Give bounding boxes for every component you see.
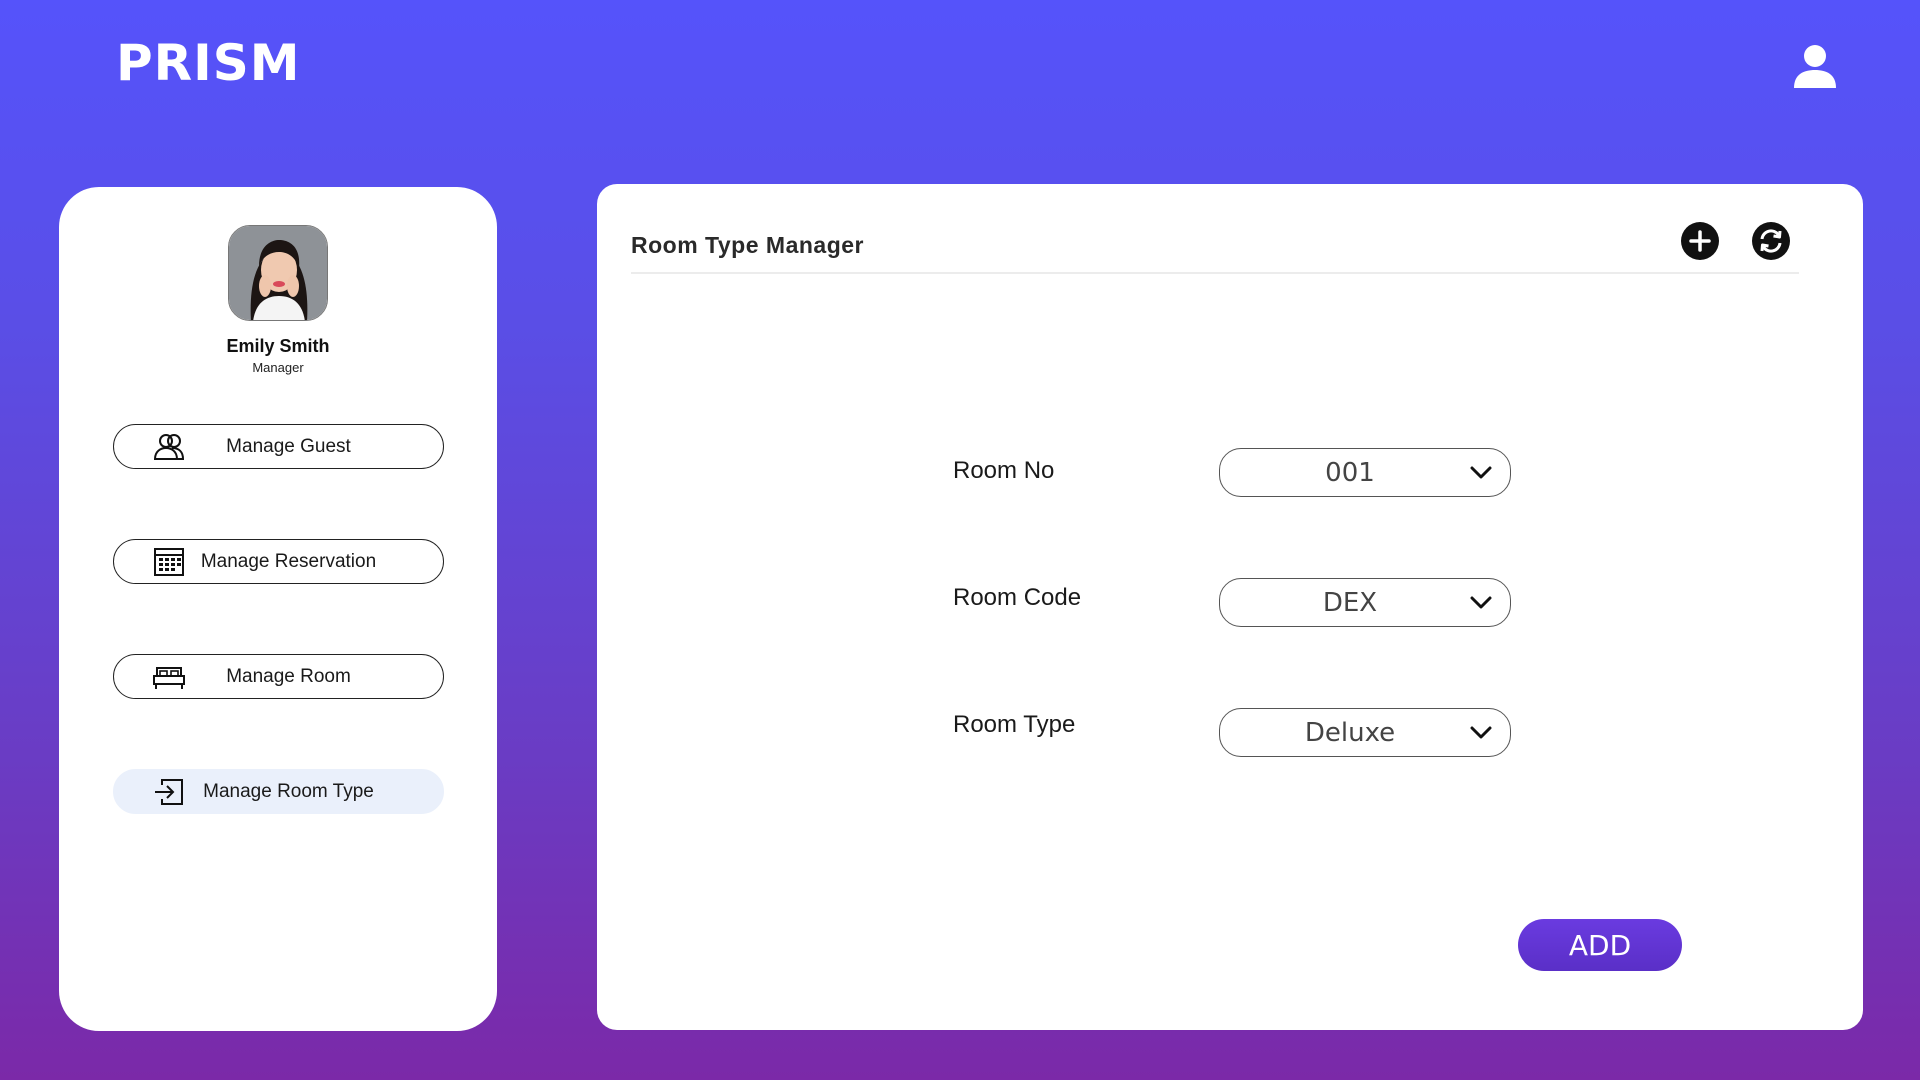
sidebar-item-label: Manage Guest [226,435,351,457]
chevron-down-icon [1470,726,1492,739]
users-icon [153,433,185,460]
page-title: Room Type Manager [631,232,864,258]
room-code-value: DEX [1322,588,1378,618]
refresh-icon [1760,229,1782,253]
chevron-down-icon [1470,466,1492,479]
add-room-type-button[interactable] [1681,222,1719,260]
room-type-value: Deluxe [1304,718,1396,748]
main-panel: Room Type Manager Room No 001 Room Code … [597,184,1863,1030]
calendar-icon [154,547,184,576]
sidebar-item-manage-reservation[interactable]: Manage Reservation [113,539,444,584]
chevron-down-icon [1470,596,1492,609]
refresh-button[interactable] [1752,222,1790,260]
bed-icon [153,666,185,689]
avatar-photo [229,226,327,320]
sidebar-item-label: Manage Reservation [200,550,377,572]
sidebar-item-manage-room-type[interactable]: Manage Room Type [113,769,444,814]
profile-name: Emily Smith [226,336,330,356]
room-type-label: Room Type [953,711,1076,738]
user-icon[interactable] [1790,42,1840,92]
room-no-value: 001 [1325,458,1375,488]
sidebar-item-manage-guest[interactable]: Manage Guest [113,424,444,469]
app-logo: PRISM [116,34,301,92]
sidebar-item-manage-room[interactable]: Manage Room [113,654,444,699]
room-code-select[interactable]: DEX [1219,578,1511,627]
sign-in-icon [155,778,183,805]
add-button[interactable]: ADD [1518,919,1682,971]
profile-role: Manager [252,360,304,375]
avatar [228,225,328,321]
sidebar-item-label: Manage Room [226,665,351,687]
room-no-label: Room No [953,457,1055,484]
room-type-select[interactable]: Deluxe [1219,708,1511,757]
sidebar-item-label: Manage Room Type [203,780,374,802]
title-divider [631,272,1799,274]
room-code-label: Room Code [953,584,1082,611]
sidebar: Emily Smith Manager Manage Guest Manage [59,187,497,1031]
room-no-select[interactable]: 001 [1219,448,1511,497]
plus-circle-icon [1689,230,1711,252]
